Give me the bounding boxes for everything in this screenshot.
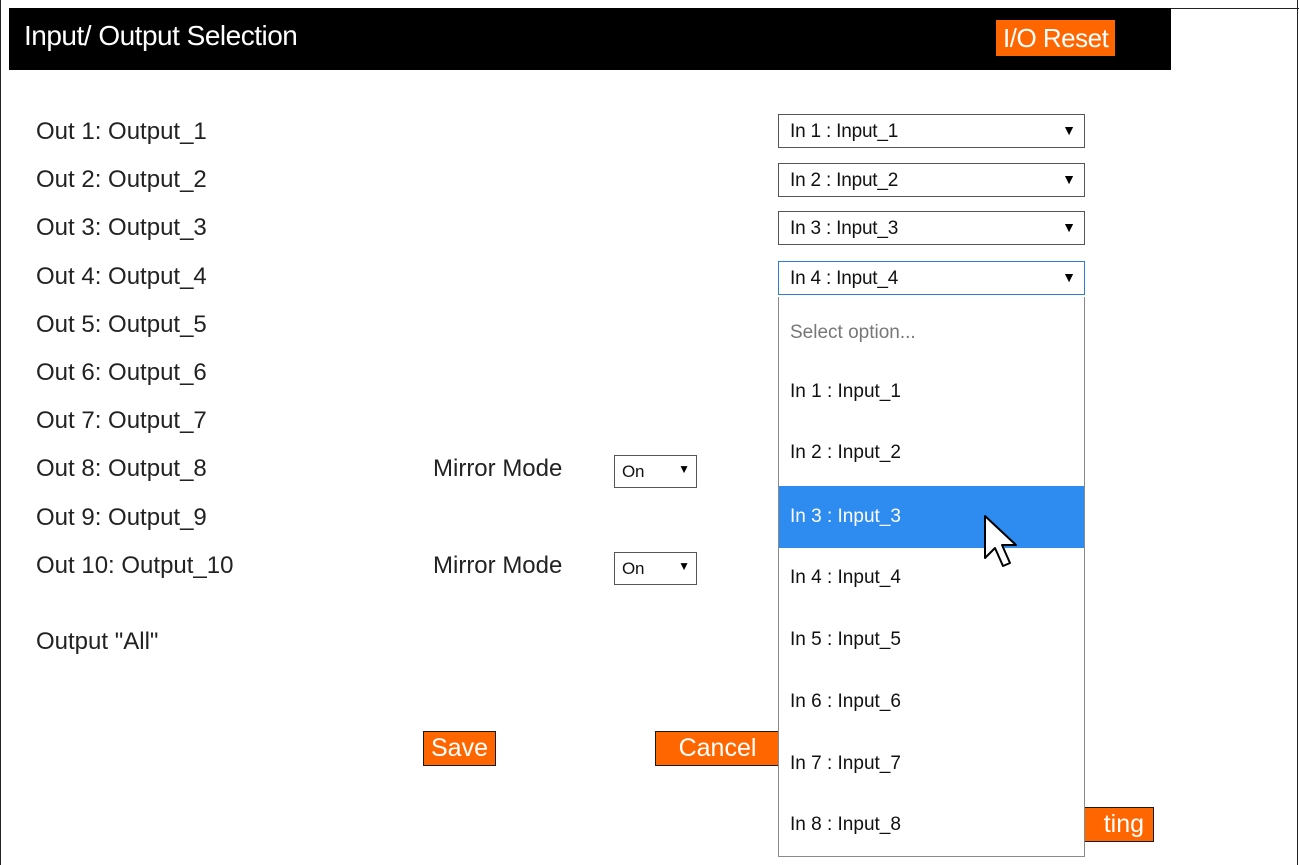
dropdown-option[interactable]: In 7 : Input_7 [779,733,1084,795]
dropdown-option[interactable]: In 8 : Input_8 [779,794,1084,856]
io-reset-button[interactable]: I/O Reset [996,20,1116,56]
dropdown-option[interactable]: In 2 : Input_2 [779,422,1084,484]
top-rule [1171,8,1299,9]
dropdown-option-highlighted[interactable]: In 3 : Input_3 [779,486,1084,548]
cancel-button[interactable]: Cancel [655,731,780,766]
input-select-out-1[interactable]: In 1 : Input_1 ▼ [778,114,1085,148]
mirror-mode-label-out-10: Mirror Mode [433,552,563,579]
dropdown-option[interactable]: In 1 : Input_1 [779,361,1084,423]
output-label-10: Out 10: Output_10 [36,552,234,579]
output-all-label: Output "All" [36,628,159,655]
select-value: On [622,462,645,481]
dropdown-option[interactable]: In 4 : Input_4 [779,547,1084,609]
output-label-8: Out 8: Output_8 [36,455,207,482]
select-value: In 2 : Input_2 [790,170,899,191]
output-label-1: Out 1: Output_1 [36,118,207,145]
output-label-9: Out 9: Output_9 [36,504,207,531]
dropdown-arrow-icon: ▼ [678,462,690,476]
output-label-3: Out 3: Output_3 [36,214,207,241]
dropdown-arrow-icon: ▼ [1062,269,1076,285]
page-title: Input/ Output Selection [24,20,298,51]
select-value: In 4 : Input_4 [790,268,899,289]
save-button[interactable]: Save [423,731,496,766]
dropdown-arrow-icon: ▼ [1062,122,1076,138]
input-dropdown-list[interactable]: Select option... In 1 : Input_1 In 2 : I… [778,297,1085,857]
mirror-mode-label-out-8: Mirror Mode [433,455,563,482]
mirror-mode-select-out-8[interactable]: On ▼ [614,455,697,488]
select-value: In 1 : Input_1 [790,121,899,142]
panel-border-left [0,0,1,865]
output-label-6: Out 6: Output_6 [36,359,207,386]
partially-hidden-button-label: ting [1103,810,1144,838]
dropdown-arrow-icon: ▼ [1062,171,1076,187]
output-label-4: Out 4: Output_4 [36,263,207,290]
select-value: In 3 : Input_3 [790,218,899,239]
mouse-cursor-icon [984,515,1017,567]
dropdown-placeholder: Select option... [790,322,916,343]
panel-border-right [1297,0,1298,865]
output-label-7: Out 7: Output_7 [36,407,207,434]
output-label-5: Out 5: Output_5 [36,311,207,338]
mirror-mode-select-out-10[interactable]: On ▼ [614,552,697,585]
dropdown-arrow-icon: ▼ [678,559,690,573]
dropdown-arrow-icon: ▼ [1062,219,1076,235]
output-label-2: Out 2: Output_2 [36,166,207,193]
input-select-out-3[interactable]: In 3 : Input_3 ▼ [778,211,1085,245]
dropdown-option[interactable]: In 5 : Input_5 [779,609,1084,671]
input-select-out-4[interactable]: In 4 : Input_4 ▼ [778,261,1085,295]
dropdown-option[interactable]: In 6 : Input_6 [779,671,1084,733]
select-value: On [622,559,645,578]
input-select-out-2[interactable]: In 2 : Input_2 ▼ [778,163,1085,197]
